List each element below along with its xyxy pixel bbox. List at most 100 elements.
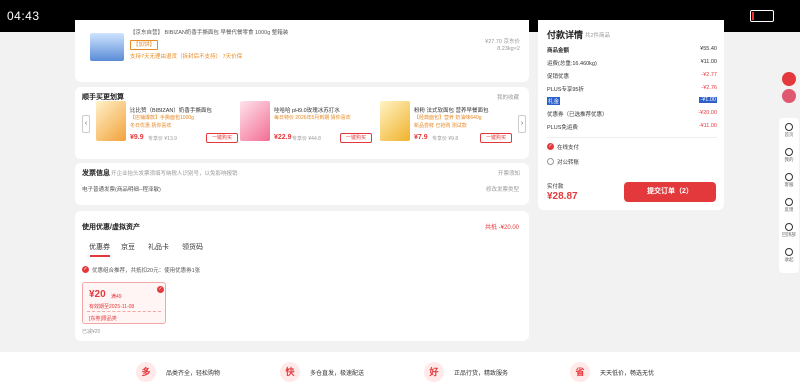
coupon-scope: [东券]限品类: [89, 316, 117, 322]
reco-plus: 专享价 ¥9.8: [432, 136, 459, 142]
row-label: PLUS专享95折: [547, 87, 584, 93]
footer-text: 品类齐全，轻松购物: [166, 371, 221, 377]
recommend-link[interactable]: 我的收藏: [497, 93, 519, 101]
side-top[interactable]: 回顶部: [779, 223, 799, 238]
coupon-tip: 优惠组合推荐，共抵扣20元：使用优惠券1张: [92, 268, 201, 274]
side-collapse[interactable]: 收起: [779, 248, 799, 263]
tab-giftcard[interactable]: 礼品卡: [148, 242, 169, 252]
battery-icon: [750, 10, 774, 22]
invoice-notice-link[interactable]: 开票须知: [498, 169, 520, 177]
home-icon: [785, 123, 793, 131]
reco-price: ¥9.9: [130, 134, 144, 141]
coupon-title: 使用优惠/虚拟资产: [82, 224, 140, 231]
reco-price: ¥22.9: [274, 134, 292, 141]
active-tab-underline: [90, 255, 110, 257]
side-service[interactable]: 客服: [779, 173, 799, 188]
row-label: 促销优惠: [547, 74, 570, 80]
coupon-saving: 共抵 -¥20.00: [485, 225, 520, 231]
float-badge-top[interactable]: [782, 72, 796, 86]
invoice-modify-link[interactable]: 修改发票类型: [486, 185, 519, 193]
reco-desc: 【经典面包】营养 奶油味640g: [414, 115, 482, 121]
coupon-amount: ¥20: [89, 289, 106, 300]
recommend-item[interactable]: 哇哈哈 pH9.0玫瑰冰苏打水 每日特价 2026年5月到期 猜你喜欢 ¥22.…: [240, 101, 380, 145]
footer-badge: 好: [424, 362, 444, 382]
reco-buy-button[interactable]: 一键购买: [206, 133, 238, 143]
invoice-value: 电子普通发票(商品明细--程泽敏): [82, 187, 161, 193]
product-image[interactable]: [90, 33, 124, 61]
footer-badge: 快: [280, 362, 300, 382]
row-value: -¥20.00: [698, 110, 717, 116]
row-label: 优惠券（已选推荐优惠）: [547, 112, 608, 118]
product-weight: 8.23kg×2: [497, 46, 520, 52]
tab-pickup-code[interactable]: 领货码: [182, 242, 203, 252]
row-value: -¥2.76: [701, 85, 717, 91]
row-label: 礼金: [547, 97, 561, 105]
summary-divider: [547, 137, 717, 138]
footer-text: 正品行货，精致服务: [454, 371, 509, 377]
reco-buy-button[interactable]: 一键购买: [340, 133, 372, 143]
reco-desc: 【店铺爆款】手撕面包1000g: [130, 115, 194, 121]
footer-bar: 多 品类齐全，轻松购物 快 多仓直发，极速配送 好 正品行货，精致服务 省 天天…: [0, 352, 800, 390]
recommend-item[interactable]: 比比赞（BIBIZAN）奶香手撕面包 【店铺爆款】手撕面包1000g 冬日优惠 …: [96, 101, 238, 145]
side-toolbar: 首页 我的 客服 反馈 回顶部 收起: [779, 118, 799, 273]
service-note: 支持7天无理由退货（拆封后不支持） 7天价保: [130, 54, 243, 60]
footer-badge: 多: [136, 362, 156, 382]
side-feedback[interactable]: 反馈: [779, 198, 799, 213]
row-value: ¥11.00: [700, 59, 717, 65]
reco-name: 哇哈哈 pH9.0玫瑰冰苏打水: [274, 108, 340, 114]
reco-desc: 每日特价 2026年5月到期 猜你喜欢: [274, 115, 351, 121]
row-value: -¥2.77: [701, 72, 717, 78]
row-label: 运费(总重:16.460kg): [547, 61, 597, 67]
tab-jingdou[interactable]: 京豆: [121, 242, 135, 252]
side-mine[interactable]: 我的: [779, 148, 799, 163]
row-value: -¥1.00: [699, 97, 717, 103]
coupon-divider: [87, 311, 161, 312]
reco-badge: 冬日优惠 猜你喜欢: [130, 123, 172, 129]
row-label: 商品金额: [547, 48, 570, 54]
submit-order-button[interactable]: 提交订单（2）: [624, 182, 716, 202]
product-thumb: [240, 101, 270, 141]
footer-text: 多仓直发，极速配送: [310, 371, 365, 377]
coupon-ticket[interactable]: ✓ ¥20 满49 有效期至2025-11-08 [东券]限品类: [82, 282, 166, 324]
coupon-selected-icon: ✓: [157, 286, 164, 293]
product-thumb: [96, 101, 126, 141]
reco-name: 比比赞（BIBIZAN）奶香手撕面包: [130, 108, 212, 114]
pay-online-label[interactable]: 在线支付: [557, 143, 579, 151]
recommend-item[interactable]: 粉粉 法式软面包 营养早餐面包 【经典面包】营养 奶油味640g 新品尝鲜 已抢…: [380, 101, 520, 145]
pay-online-radio[interactable]: ✓: [547, 143, 554, 150]
coupon-condition: 满49: [111, 294, 122, 300]
coupon-used: 已减¥20: [82, 329, 101, 335]
footer-badge: 省: [570, 362, 590, 382]
tab-coupon[interactable]: 优惠券: [89, 242, 110, 252]
side-home[interactable]: 首页: [779, 123, 799, 138]
row-value: -¥11.00: [698, 123, 717, 129]
pay-corp-label[interactable]: 对公转账: [557, 158, 579, 166]
coupon-validity: 有效期至2025-11-08: [89, 304, 135, 310]
invoice-title: 发票信息: [82, 170, 110, 177]
check-icon: ✓: [82, 266, 89, 273]
pay-corp-radio[interactable]: [547, 158, 554, 165]
product-thumb: [380, 101, 410, 141]
total-amount: ¥28.87: [547, 191, 578, 202]
product-title[interactable]: 【京东自营】 BIBIZAN奶香手撕面包 早餐代餐零食 1000g 整箱装: [130, 28, 288, 36]
reco-name: 粉粉 法式软面包 营养早餐面包: [414, 108, 489, 114]
product-price: ¥27.70 京东价: [485, 39, 520, 45]
user-icon: [785, 148, 793, 156]
footer-text: 天天低价，畅选无忧: [600, 371, 655, 377]
reco-price: ¥7.9: [414, 134, 428, 141]
reco-plus: 专享价 ¥44.8: [292, 136, 321, 142]
float-badge-plus[interactable]: [782, 89, 796, 103]
summary-count: 共2件商品: [585, 33, 611, 39]
status-time: 04:43: [7, 9, 40, 23]
total-label: 实付款: [547, 184, 564, 190]
arrow-up-icon: [785, 223, 793, 231]
summary-title: 付款详情: [547, 30, 584, 40]
scroll-left-button[interactable]: ‹: [82, 115, 90, 133]
reco-buy-button[interactable]: 一键购买: [480, 133, 512, 143]
invoice-note: 开企业抬头发票须填写纳税人识别号，以免影响报销: [111, 171, 238, 177]
edit-icon: [785, 198, 793, 206]
addon-tag: 【加饼】: [130, 40, 159, 50]
row-label: PLUS免运费: [547, 125, 578, 131]
reco-badge: 新品尝鲜 已抢购 测试款: [414, 123, 467, 129]
chevron-right-icon: [785, 248, 793, 256]
